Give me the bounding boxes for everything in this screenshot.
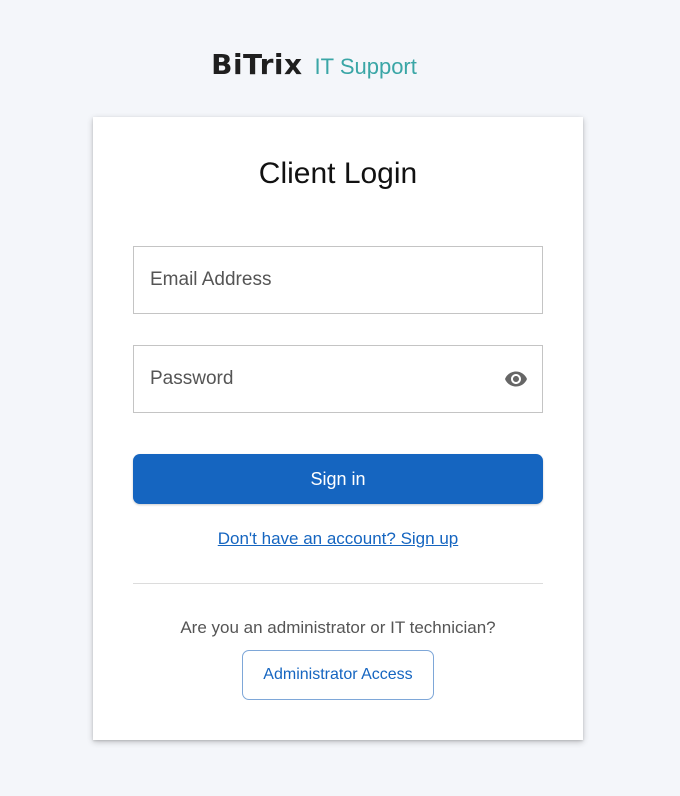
admin-question-text: Are you an administrator or IT technicia…: [180, 618, 496, 637]
sign-up-link[interactable]: Don't have an account? Sign up: [93, 529, 583, 549]
page-title: Client Login: [258, 157, 418, 190]
eye-icon[interactable]: [502, 367, 530, 391]
password-field-container: [133, 345, 543, 413]
email-field[interactable]: [134, 247, 542, 313]
email-field-container: [133, 246, 543, 314]
administrator-access-button[interactable]: Administrator Access: [242, 650, 434, 700]
brand-subtitle: IT Support: [314, 54, 417, 79]
sign-in-button[interactable]: Sign in: [133, 454, 543, 504]
login-card: Client Login Sign in Don't have an accou…: [93, 117, 583, 740]
divider: [133, 583, 543, 584]
password-field[interactable]: [134, 346, 542, 412]
brand-name: BiTrix: [211, 48, 303, 81]
brand-header: BiTrix IT Support: [0, 48, 680, 81]
